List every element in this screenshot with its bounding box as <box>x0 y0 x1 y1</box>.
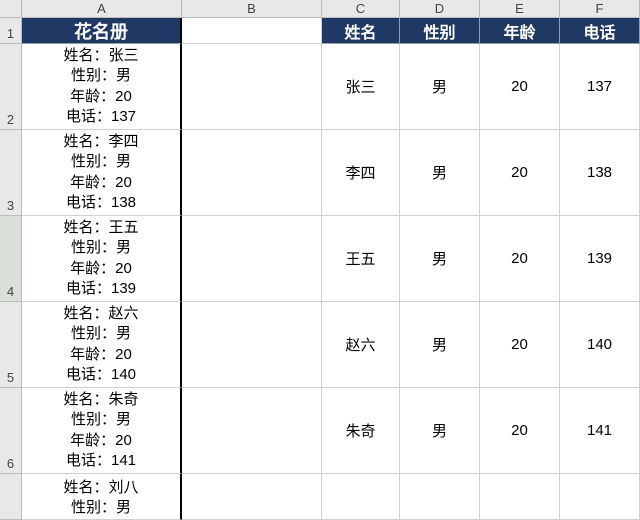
cell-b6[interactable] <box>182 388 322 474</box>
roster-entry[interactable]: 姓名：刘八 性别：男 <box>22 474 182 520</box>
cell-gender[interactable]: 男 <box>400 302 480 388</box>
roster-entry[interactable]: 姓名：赵六 性别：男 年龄：20 电话：140 <box>22 302 182 388</box>
cell-age[interactable]: 20 <box>480 216 560 302</box>
roster-entry[interactable]: 姓名：朱奇 性别：男 年龄：20 电话：141 <box>22 388 182 474</box>
row-header-1[interactable]: 1 <box>0 18 22 44</box>
cell-name[interactable]: 王五 <box>322 216 400 302</box>
roster-line-phone: 电话：140 <box>66 365 136 385</box>
roster-line-name: 姓名：朱奇 <box>63 390 138 410</box>
row-header-6[interactable]: 6 <box>0 388 22 474</box>
cell-b2[interactable] <box>182 44 322 130</box>
cell-name[interactable] <box>322 474 400 520</box>
roster-line-gender: 性别：男 <box>71 410 131 430</box>
table-header-age[interactable]: 年龄 <box>480 18 560 44</box>
cell-b5[interactable] <box>182 302 322 388</box>
roster-line-gender: 性别：男 <box>71 238 131 258</box>
cell-gender[interactable] <box>400 474 480 520</box>
cell-age[interactable]: 20 <box>480 130 560 216</box>
roster-line-name: 姓名：刘八 <box>63 478 138 498</box>
table-header-phone[interactable]: 电话 <box>560 18 640 44</box>
cell-b3[interactable] <box>182 130 322 216</box>
row-header-2[interactable]: 2 <box>0 44 22 130</box>
cell-name[interactable]: 朱奇 <box>322 388 400 474</box>
row-header-4[interactable]: 4 <box>0 216 22 302</box>
table-header-name[interactable]: 姓名 <box>322 18 400 44</box>
roster-line-gender: 性别：男 <box>71 324 131 344</box>
cell-age[interactable]: 20 <box>480 44 560 130</box>
roster-line-name: 姓名：赵六 <box>63 304 138 324</box>
roster-line-name: 姓名：李四 <box>63 132 138 152</box>
cell-phone[interactable]: 140 <box>560 302 640 388</box>
roster-line-phone: 电话：141 <box>66 451 136 471</box>
col-header-e[interactable]: E <box>480 0 560 18</box>
roster-line-age: 年龄：20 <box>70 431 132 451</box>
select-all-corner[interactable] <box>0 0 22 18</box>
cell-b4[interactable] <box>182 216 322 302</box>
roster-line-phone: 电话：139 <box>66 279 136 299</box>
roster-line-gender: 性别：男 <box>71 498 131 518</box>
cell-age[interactable] <box>480 474 560 520</box>
cell-phone[interactable] <box>560 474 640 520</box>
roster-entry[interactable]: 姓名：李四 性别：男 年龄：20 电话：138 <box>22 130 182 216</box>
roster-line-name: 姓名：王五 <box>63 218 138 238</box>
cell-name[interactable]: 张三 <box>322 44 400 130</box>
roster-line-age: 年龄：20 <box>70 259 132 279</box>
cell-name[interactable]: 李四 <box>322 130 400 216</box>
col-header-f[interactable]: F <box>560 0 640 18</box>
cell-b1[interactable] <box>182 18 322 44</box>
roster-entry[interactable]: 姓名：张三 性别：男 年龄：20 电话：137 <box>22 44 182 130</box>
roster-line-phone: 电话：137 <box>66 107 136 127</box>
cell-gender[interactable]: 男 <box>400 216 480 302</box>
cell-name[interactable]: 赵六 <box>322 302 400 388</box>
cell-phone[interactable]: 138 <box>560 130 640 216</box>
row-header-5[interactable]: 5 <box>0 302 22 388</box>
spreadsheet-grid[interactable]: A B C D E F 1 花名册 姓名 性别 年龄 电话 2 姓名：张三 性别… <box>0 0 640 520</box>
cell-phone[interactable]: 141 <box>560 388 640 474</box>
cell-age[interactable]: 20 <box>480 302 560 388</box>
roster-line-name: 姓名：张三 <box>63 46 138 66</box>
cell-age[interactable]: 20 <box>480 388 560 474</box>
cell-gender[interactable]: 男 <box>400 44 480 130</box>
roster-line-age: 年龄：20 <box>70 173 132 193</box>
cell-gender[interactable]: 男 <box>400 130 480 216</box>
col-header-d[interactable]: D <box>400 0 480 18</box>
roster-line-gender: 性别：男 <box>71 152 131 172</box>
roster-line-age: 年龄：20 <box>70 345 132 365</box>
cell-b7[interactable] <box>182 474 322 520</box>
cell-phone[interactable]: 139 <box>560 216 640 302</box>
cell-gender[interactable]: 男 <box>400 388 480 474</box>
row-header-3[interactable]: 3 <box>0 130 22 216</box>
row-header-7[interactable] <box>0 474 22 520</box>
cell-phone[interactable]: 137 <box>560 44 640 130</box>
col-header-a[interactable]: A <box>22 0 182 18</box>
roster-entry[interactable]: 姓名：王五 性别：男 年龄：20 电话：139 <box>22 216 182 302</box>
roster-line-phone: 电话：138 <box>66 193 136 213</box>
col-header-b[interactable]: B <box>182 0 322 18</box>
table-header-gender[interactable]: 性别 <box>400 18 480 44</box>
col-header-c[interactable]: C <box>322 0 400 18</box>
roster-header-cell[interactable]: 花名册 <box>22 18 182 44</box>
roster-line-gender: 性别：男 <box>71 66 131 86</box>
roster-line-age: 年龄：20 <box>70 87 132 107</box>
